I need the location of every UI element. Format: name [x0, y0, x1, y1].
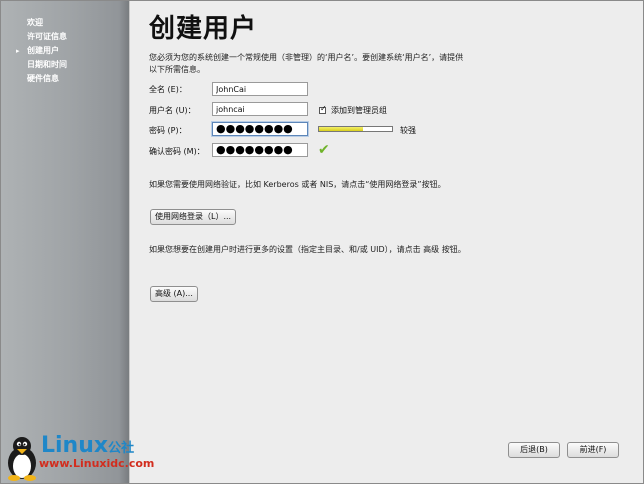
admin-group-checkbox[interactable]: ✓ 添加到管理员组	[319, 104, 387, 116]
current-step-arrow-icon: ▸	[16, 47, 20, 55]
password-strength-fill	[319, 127, 363, 131]
watermark-url: www.Linuxidc.com	[39, 457, 155, 470]
sidebar-item-date-time[interactable]: 日期和时间	[1, 58, 129, 72]
sidebar-item-license[interactable]: 许可证信息	[1, 30, 129, 44]
sidebar-item-hardware[interactable]: 硬件信息	[1, 72, 129, 86]
sidebar-item-label: 欢迎	[27, 18, 43, 27]
sidebar-item-label: 许可证信息	[27, 32, 67, 41]
sidebar-item-label: 硬件信息	[27, 74, 59, 83]
sidebar: 欢迎 许可证信息 ▸ 创建用户 日期和时间 硬件信息	[1, 1, 131, 483]
sidebar-item-label: 日期和时间	[27, 60, 67, 69]
password-strength-bar	[318, 126, 393, 132]
intro-text: 您必须为您的系统创建一个常规使用（非管理）的‘用户名’。要创建系统‘用户名’，请…	[149, 53, 464, 74]
network-auth-info: 如果您需要使用网络验证，比如 Kerberos 或者 NIS，请点击“使用网络登…	[149, 180, 446, 189]
check-icon: ✓	[320, 104, 327, 113]
confirm-password-field[interactable]: ●●●●●●●●	[212, 143, 308, 157]
sidebar-item-welcome[interactable]: 欢迎	[1, 16, 129, 30]
confirm-password-label: 确认密码 (M)：	[149, 147, 205, 156]
next-button[interactable]: 前进(F)	[567, 442, 619, 458]
password-match-check-icon: ✔	[318, 142, 330, 158]
installer-window: 欢迎 许可证信息 ▸ 创建用户 日期和时间 硬件信息 创建用户 您必须为您的系统创…	[0, 0, 644, 484]
tux-penguin-icon	[8, 437, 36, 481]
username-label: 用户名 (U)：	[149, 106, 196, 115]
admin-group-label: 添加到管理员组	[331, 106, 387, 115]
sidebar-nav: 欢迎 许可证信息 ▸ 创建用户 日期和时间 硬件信息	[1, 16, 129, 86]
username-field[interactable]	[212, 102, 308, 116]
password-field[interactable]: ●●●●●●●●	[212, 122, 308, 136]
checkbox-box[interactable]: ✓	[319, 104, 327, 114]
full-name-label: 全名 (E)：	[149, 85, 187, 94]
watermark-brand-cn: 公社	[108, 441, 135, 456]
full-name-field[interactable]	[212, 82, 308, 96]
password-label: 密码 (P)：	[149, 126, 187, 135]
back-button[interactable]: 后退(B)	[508, 442, 560, 458]
sidebar-item-label: 创建用户	[27, 46, 59, 55]
main-panel: 创建用户 您必须为您的系统创建一个常规使用（非管理）的‘用户名’。要创建系统‘用…	[130, 1, 643, 483]
advanced-settings-info: 如果您想要在创建用户时进行更多的设置（指定主目录、和/或 UID），请点击 高级…	[149, 245, 466, 254]
watermark-logo: Linux公社 www.Linuxidc.com	[5, 433, 195, 481]
sidebar-item-create-user[interactable]: ▸ 创建用户	[1, 44, 129, 58]
advanced-button[interactable]: 高级 (A)...	[150, 286, 198, 302]
watermark-brand-latin: Linux	[41, 433, 109, 458]
network-login-button[interactable]: 使用网络登录（L）...	[150, 209, 237, 225]
password-strength-label: 较强	[400, 126, 416, 135]
page-title: 创建用户	[149, 14, 258, 44]
